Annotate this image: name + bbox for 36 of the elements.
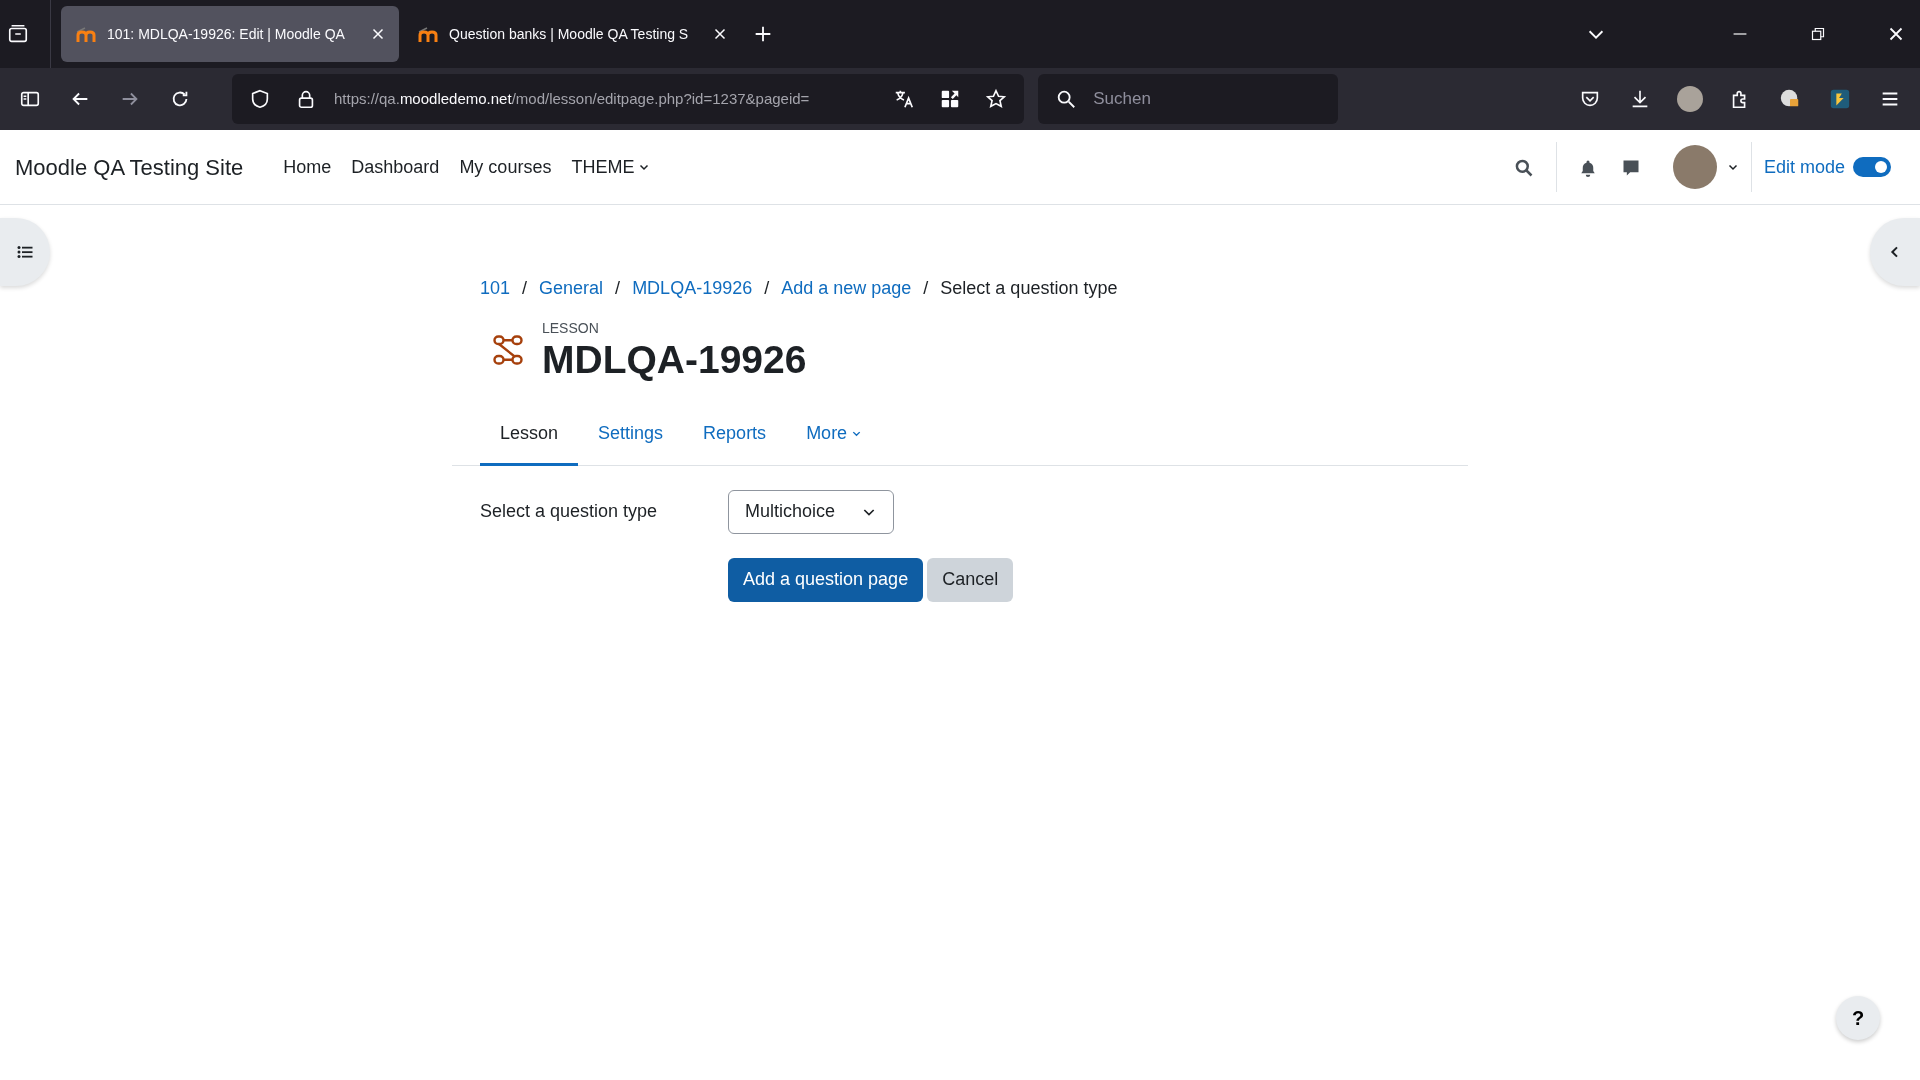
- question-type-select[interactable]: Multichoice: [728, 489, 894, 534]
- breadcrumb-link[interactable]: General: [539, 275, 604, 302]
- module-type-label: LESSON: [542, 319, 600, 338]
- nav-link[interactable]: THEME: [561, 153, 661, 181]
- add-question-page-button[interactable]: Add a question page: [728, 557, 924, 602]
- breadcrumb-separator: /: [615, 277, 621, 300]
- course-index-button[interactable]: [0, 218, 50, 286]
- breadcrumb-separator: /: [522, 277, 528, 300]
- breadcrumb-link[interactable]: 101: [480, 275, 511, 302]
- nav-link[interactable]: Home: [273, 153, 342, 181]
- nav-link[interactable]: Dashboard: [341, 153, 450, 181]
- search-field[interactable]: Suchen: [1038, 74, 1338, 124]
- search-input[interactable]: Suchen: [1091, 85, 1326, 113]
- site-name[interactable]: Moodle QA Testing Site: [15, 150, 244, 184]
- help-button[interactable]: ?: [1836, 996, 1880, 1040]
- lesson-tab[interactable]: Reports: [683, 407, 787, 466]
- edit-mode-switch[interactable]: [1853, 157, 1891, 177]
- breadcrumb-link[interactable]: Add a new page: [781, 275, 912, 302]
- lesson-tab[interactable]: More: [786, 407, 883, 466]
- field-label: Select a question type: [480, 500, 659, 524]
- browser-tab[interactable]: 101: MDLQA-19926: Edit | Moodle QA: [61, 6, 399, 62]
- breadcrumb-separator: /: [923, 277, 929, 300]
- breadcrumb-link[interactable]: MDLQA-19926: [632, 275, 753, 302]
- cancel-button[interactable]: Cancel: [927, 557, 1014, 602]
- edit-mode-label: Edit mode: [1763, 155, 1845, 179]
- lesson-tab[interactable]: Settings: [578, 407, 684, 466]
- moodle-logo-icon: [417, 26, 439, 42]
- page-title: MDLQA-19926: [542, 339, 807, 382]
- list-icon: [16, 243, 34, 261]
- nav-link[interactable]: My courses: [449, 153, 562, 181]
- breadcrumb-current: Select a question type: [940, 277, 1118, 300]
- user-avatar[interactable]: [1672, 145, 1717, 189]
- moodle-logo-icon: [75, 26, 97, 42]
- lesson-tab[interactable]: Lesson: [480, 407, 579, 466]
- browser-tab[interactable]: Question banks | Moodle QA Testing S: [403, 6, 741, 62]
- breadcrumb-separator: /: [764, 277, 770, 300]
